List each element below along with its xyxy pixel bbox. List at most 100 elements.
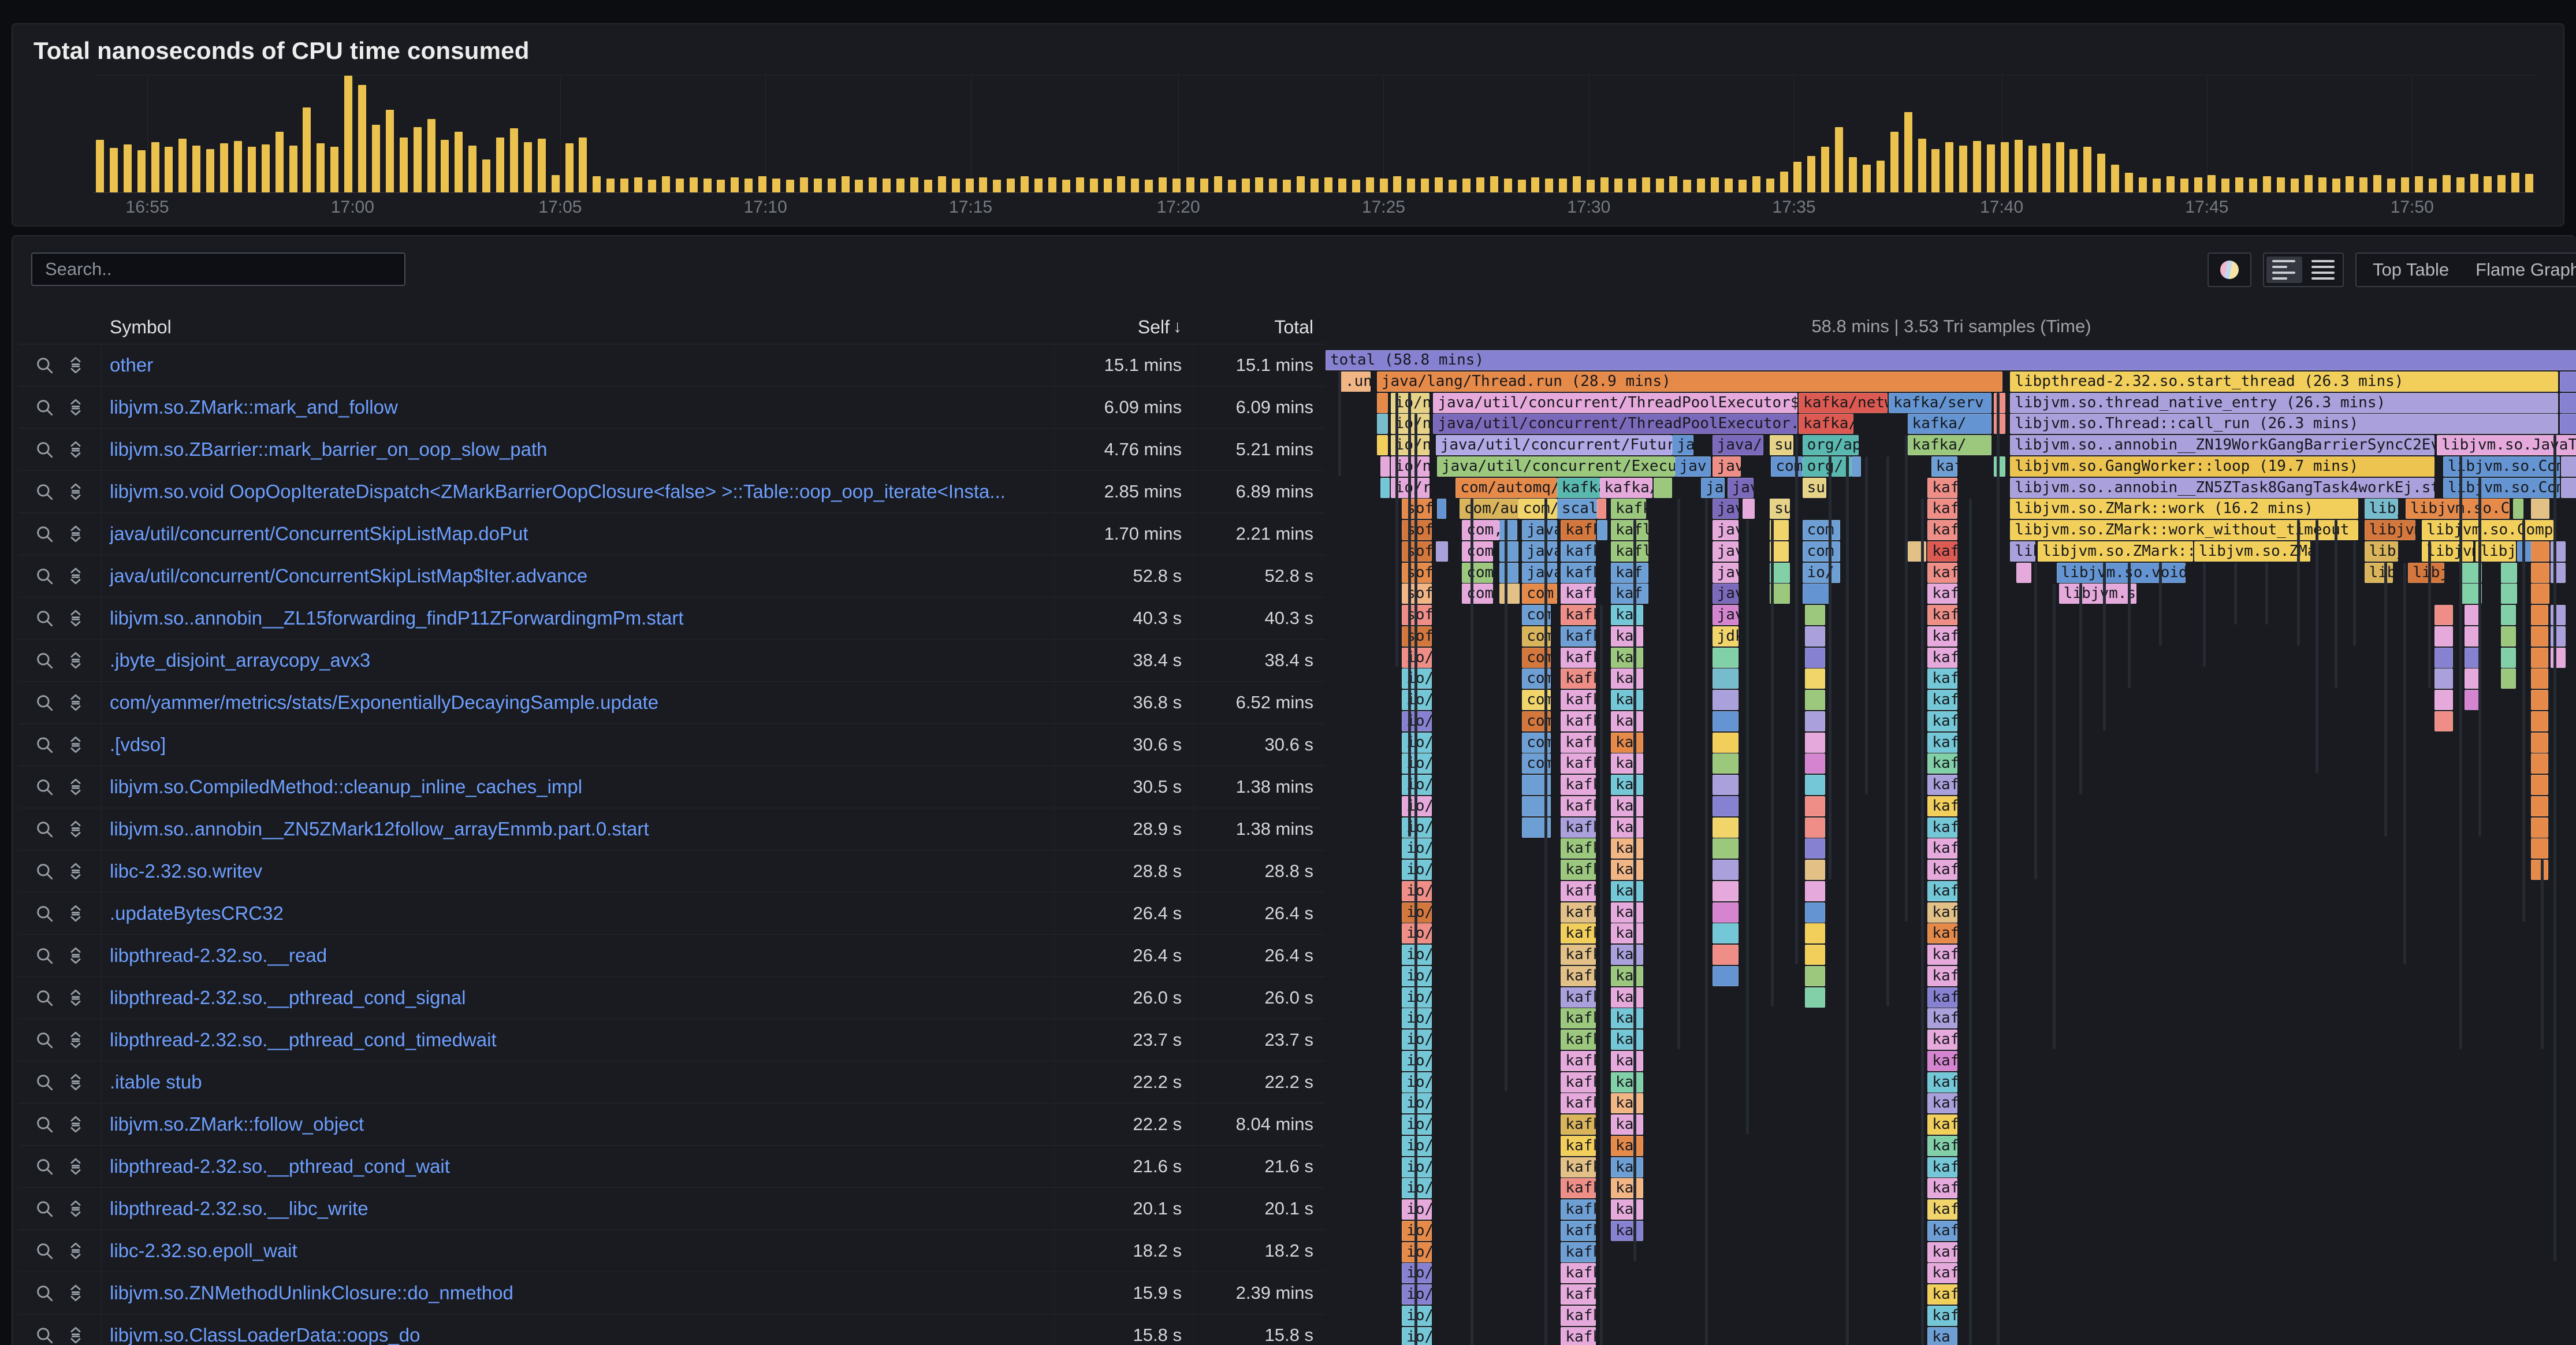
flame-block[interactable] [1713,838,1739,859]
flame-block[interactable]: kafk [1561,1327,1596,1345]
flame-block[interactable] [1713,796,1739,816]
flame-block[interactable]: com, [1462,520,1499,540]
sandwich-view-icon[interactable] [66,524,85,544]
flame-block[interactable]: kaf [1927,1178,1957,1198]
flame-block[interactable]: kafk [1561,1221,1596,1241]
flame-block[interactable]: kaf [1927,1199,1957,1220]
flame-block[interactable] [2434,711,2454,731]
flame-block[interactable] [1994,456,2005,477]
sandwich-view-icon[interactable] [66,651,85,670]
flame-block[interactable]: kaf [1927,541,1957,562]
flame-block[interactable]: kaf [1927,1284,1957,1305]
flame-block[interactable]: ka [1611,1051,1643,1071]
flame-block[interactable]: ka [1611,1093,1643,1113]
flame-block[interactable]: kafk [1561,541,1596,562]
symbol-link[interactable]: libjvm.so.ZNMethodUnlinkClosure::do_nmet… [110,1282,513,1303]
flame-block[interactable]: kaf [1927,1093,1957,1113]
flame-block[interactable]: kafka [1557,478,1600,498]
search-icon[interactable] [35,651,54,670]
flame-block[interactable] [2531,733,2548,753]
flame-block[interactable]: com, [1462,541,1493,562]
flame-block[interactable] [1805,902,1825,923]
flame-block[interactable]: kaf [1927,499,1957,519]
sandwich-view-icon[interactable] [66,693,85,712]
flame-block[interactable]: sun [1770,499,1790,519]
flame-block[interactable]: kafk [1561,1178,1596,1198]
flame-block[interactable] [2531,711,2548,731]
sandwich-view-icon[interactable] [66,1325,85,1345]
flame-block[interactable]: kaf [1927,818,1957,838]
symbol-link[interactable]: libjvm.so.ClassLoaderData::oops_do [110,1324,420,1345]
symbol-link[interactable]: com/yammer/metrics/stats/ExponentiallyDe… [110,692,658,713]
flame-block[interactable] [1380,456,1390,477]
flame-block[interactable]: kaf [1927,584,1957,604]
flame-block[interactable]: kafl [1611,520,1648,540]
flame-block[interactable] [1377,393,1388,413]
flame-block[interactable]: kafk [1561,1306,1596,1326]
flame-block[interactable]: libjvm.so.void Oo [2057,563,2186,583]
flame-block[interactable]: ka [1611,711,1643,731]
flame-block[interactable] [2434,668,2454,689]
flame-block[interactable]: ka [1611,733,1643,753]
flame-block[interactable]: ka [1611,775,1643,795]
flame-block[interactable] [1713,648,1739,668]
flame-block[interactable]: kafk [1561,668,1596,689]
flame-block[interactable] [1805,648,1825,668]
flame-block[interactable] [1713,818,1739,838]
flame-block[interactable]: kaf [1927,605,1957,625]
search-icon[interactable] [35,988,54,1008]
flame-block[interactable]: org/apa [1803,435,1859,455]
flame-block[interactable] [2531,818,2548,838]
flame-block[interactable]: jav [1701,478,1725,498]
flame-block[interactable] [1713,775,1739,795]
flame-block[interactable] [1805,945,1825,965]
flame-block[interactable] [2501,648,2516,668]
flame-block[interactable]: kafka/r [1799,414,1853,434]
flame-block[interactable]: kaf [1927,520,1957,540]
flame-block[interactable]: jav [1713,563,1739,583]
flame-block[interactable]: libjvm.so.Comp [2422,520,2553,540]
flame-block[interactable]: ka [1611,1157,1643,1177]
symbol-link[interactable]: other [110,354,153,376]
flame-block[interactable]: ka [1611,1072,1643,1093]
symbol-link[interactable]: libjvm.so.ZMark::mark_and_follow [110,396,398,418]
flame-block[interactable]: kafk [1561,1030,1596,1050]
flame-block[interactable]: kaf [1927,987,1957,1008]
flame-block[interactable]: kaf [1927,1051,1957,1071]
flame-block[interactable]: kafk [1561,923,1596,943]
flame-block[interactable] [1380,478,1390,498]
search-icon[interactable] [35,1283,54,1303]
flame-block[interactable]: kafka/ [1600,478,1652,498]
flame-block[interactable]: kafk [1561,1008,1596,1028]
search-icon[interactable] [35,1157,54,1176]
sandwich-view-icon[interactable] [66,1241,85,1261]
flame-block[interactable] [1713,690,1739,710]
search-icon[interactable] [35,819,54,839]
flame-block[interactable] [1805,881,1825,901]
flame-block[interactable]: libjvm.so.Thread::call_run (26.3 mins) [2010,414,2558,434]
flame-block[interactable]: kaf [1927,1008,1957,1028]
flame-block[interactable]: libjvm.so.thread_native_entry (26.3 mins… [2010,393,2558,413]
flame-block[interactable]: jav [1675,456,1711,477]
table-header-symbol[interactable]: Symbol [102,317,1054,338]
flame-block[interactable] [1805,796,1825,816]
flame-block[interactable]: kafk [1561,987,1596,1008]
flame-block[interactable]: kaf [1927,753,1957,774]
flame-block[interactable]: com/aut [1460,499,1518,519]
flame-block[interactable] [2513,499,2523,519]
flame-block[interactable] [1713,733,1739,753]
flame-block[interactable] [2561,478,2576,498]
flame-block[interactable] [1713,923,1739,943]
table-header-total[interactable]: Total [1193,310,1325,344]
flame-block[interactable] [2531,499,2550,519]
flame-block[interactable]: java/util/concurrent/FutureT [1436,435,1673,455]
symbol-link[interactable]: libpthread-2.32.so.__pthread_cond_wait [110,1155,450,1177]
flame-block[interactable]: kaf [1927,648,1957,668]
flame-block[interactable]: jav [1728,478,1754,498]
flame-block[interactable] [1597,499,1606,519]
flame-block[interactable]: kafk [1931,456,1958,477]
symbol-link[interactable]: libc-2.32.so.writev [110,860,262,882]
flame-block[interactable]: kafk [1561,818,1596,838]
symbol-link[interactable]: libpthread-2.32.so.__libc_write [110,1198,368,1219]
flame-block[interactable]: libjvm.so [2059,584,2136,604]
